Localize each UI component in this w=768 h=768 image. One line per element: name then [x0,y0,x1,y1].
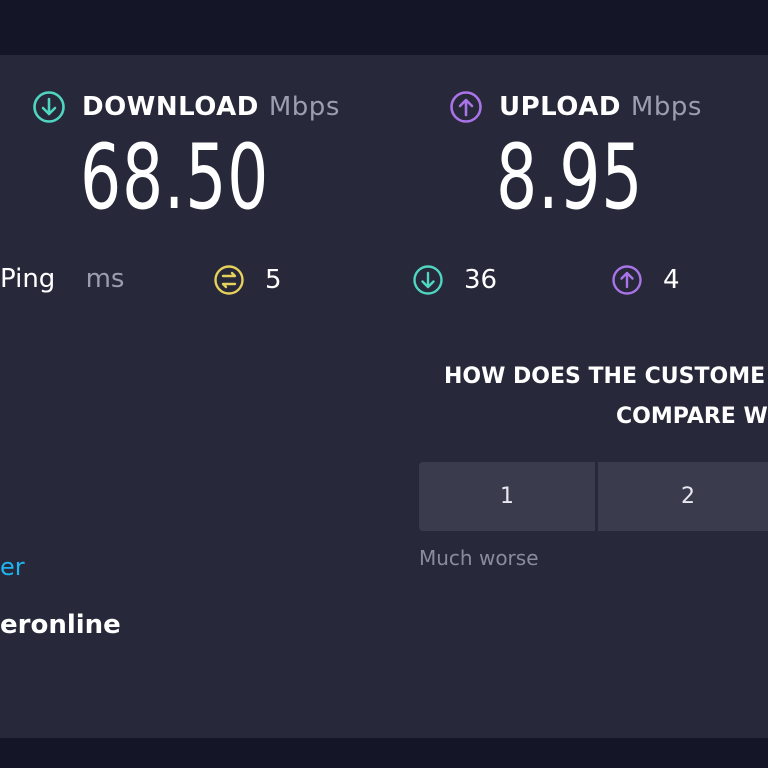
jitter-icon [214,265,244,295]
rating-scale: 1 2 [419,462,768,531]
survey-question-line2: COMPARE W [616,404,768,429]
download-label: DOWNLOAD [82,92,259,122]
upload-header: UPLOAD Mbps [449,90,702,124]
rating-option-2[interactable]: 2 [598,462,768,531]
ping-label: Ping [0,264,56,294]
ping-download-stat: 36 [412,264,497,296]
rating-hint-low: Much worse [419,546,539,570]
ping-unit: ms [85,264,125,294]
upload-arrow-icon [612,265,642,295]
ping-upload-stat: 4 [611,264,680,296]
rating-option-1[interactable]: 1 [419,462,595,531]
jitter-value: 5 [265,265,282,295]
upload-unit: Mbps [630,92,702,122]
upload-icon [450,91,482,123]
download-arrow-icon [413,265,443,295]
download-value: 68.50 [80,125,270,230]
ping-download-value: 36 [464,265,498,295]
upload-label: UPLOAD [499,92,621,122]
download-icon [33,91,65,123]
jitter-stat: 5 [213,264,282,296]
survey-question-line1: HOW DOES THE CUSTOME [444,364,766,389]
download-header: DOWNLOAD Mbps [32,90,340,124]
upload-value: 8.95 [496,125,644,230]
download-unit: Mbps [268,92,340,122]
isp-name: eronline [0,610,121,640]
ping-upload-value: 4 [663,265,680,295]
change-server-link[interactable]: er [0,553,25,581]
ping-label-row: Ping ms [0,264,124,294]
